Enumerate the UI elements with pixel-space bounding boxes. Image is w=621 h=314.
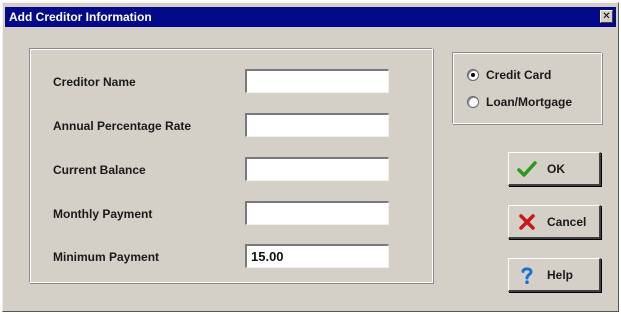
- radio-loan-mortgage-label: Loan/Mortgage: [486, 95, 572, 109]
- question-mark-icon: [517, 265, 537, 285]
- title-bar: Add Creditor Information ✕: [5, 7, 616, 27]
- x-mark-icon: [517, 212, 537, 232]
- creditor-type-group: [452, 52, 602, 124]
- question-mark-path: [521, 266, 533, 279]
- ok-button[interactable]: OK: [508, 152, 601, 186]
- x-mark-path: [519, 213, 535, 230]
- current-balance-field[interactable]: [245, 157, 389, 181]
- cancel-button[interactable]: Cancel: [508, 205, 601, 239]
- close-icon: ✕: [602, 11, 611, 22]
- help-button-label: Help: [547, 267, 574, 282]
- creditor-name-label: Creditor Name: [53, 75, 136, 89]
- question-mark-dot: [525, 279, 529, 284]
- checkmark-icon: [517, 159, 537, 179]
- minimum-payment-field[interactable]: [245, 244, 389, 268]
- annual-percentage-rate-field[interactable]: [245, 113, 389, 137]
- radio-credit-card[interactable]: Credit Card: [467, 68, 551, 82]
- annual-percentage-rate-label: Annual Percentage Rate: [53, 119, 192, 133]
- current-balance-label: Current Balance: [53, 163, 146, 177]
- monthly-payment-field[interactable]: [245, 201, 389, 225]
- close-button[interactable]: ✕: [600, 10, 613, 23]
- help-button[interactable]: Help: [508, 258, 601, 292]
- radio-credit-card-label: Credit Card: [486, 68, 552, 82]
- ok-button-label: OK: [547, 161, 565, 176]
- radio-loan-mortgage[interactable]: Loan/Mortgage: [467, 95, 572, 109]
- radio-credit-card-button[interactable]: [467, 69, 479, 81]
- creditor-name-field[interactable]: [245, 69, 389, 93]
- radio-loan-mortgage-button[interactable]: [467, 96, 479, 108]
- window-title: Add Creditor Information: [9, 10, 152, 24]
- monthly-payment-label: Monthly Payment: [53, 207, 153, 221]
- minimum-payment-label: Minimum Payment: [53, 250, 160, 264]
- cancel-button-label: Cancel: [547, 214, 587, 229]
- checkmark-path: [517, 160, 537, 177]
